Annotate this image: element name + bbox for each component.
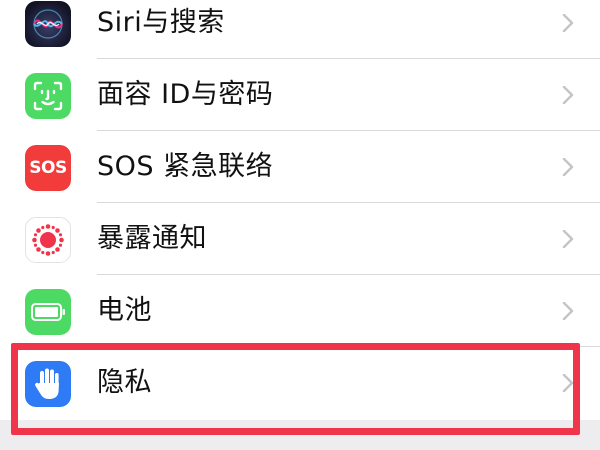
settings-row-privacy[interactable]: 隐私 bbox=[0, 347, 600, 419]
chevron-right-icon bbox=[562, 85, 574, 105]
face-id-icon bbox=[25, 73, 71, 119]
section-separator bbox=[0, 420, 600, 450]
settings-row-label: Siri与搜索 bbox=[97, 7, 225, 38]
chevron-right-icon bbox=[562, 13, 574, 33]
settings-screen: Siri与搜索 面容 ID与密码 SOS SOS 紧急联络 暴露通知 电池 隐私 bbox=[0, 0, 600, 450]
battery-icon bbox=[25, 289, 71, 335]
settings-row-battery[interactable]: 电池 bbox=[0, 275, 600, 347]
chevron-right-icon bbox=[562, 229, 574, 249]
settings-row-label: 面容 ID与密码 bbox=[97, 79, 274, 110]
sos-icon: SOS bbox=[25, 145, 71, 191]
chevron-right-icon bbox=[562, 301, 574, 321]
settings-row-face-id-passcode[interactable]: 面容 ID与密码 bbox=[0, 59, 600, 131]
settings-row-label: 隐私 bbox=[97, 367, 152, 398]
exposure-notification-icon bbox=[25, 217, 71, 263]
siri-icon bbox=[25, 1, 71, 47]
settings-row-label: 暴露通知 bbox=[97, 223, 207, 254]
privacy-hand-icon bbox=[25, 361, 71, 407]
settings-row-label: SOS 紧急联络 bbox=[97, 151, 274, 182]
settings-list: Siri与搜索 面容 ID与密码 SOS SOS 紧急联络 暴露通知 电池 隐私 bbox=[0, 0, 600, 419]
chevron-right-icon bbox=[562, 373, 574, 393]
settings-row-label: 电池 bbox=[97, 295, 152, 326]
settings-row-exposure-notifications[interactable]: 暴露通知 bbox=[0, 203, 600, 275]
sos-icon-text: SOS bbox=[29, 158, 67, 178]
chevron-right-icon bbox=[562, 157, 574, 177]
settings-row-emergency-sos[interactable]: SOS SOS 紧急联络 bbox=[0, 131, 600, 203]
settings-row-siri-search[interactable]: Siri与搜索 bbox=[0, 0, 600, 59]
